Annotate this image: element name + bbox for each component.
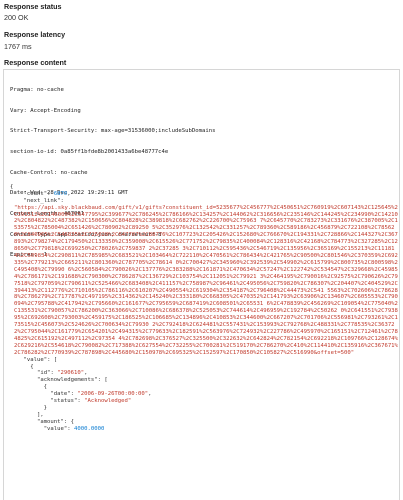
date-value: "2006-09-26T00:00:00" <box>77 391 149 398</box>
amount-value-key: "value" <box>43 425 68 432</box>
json-ack-open: { <box>10 384 48 391</box>
json-count-line: "count": 6870, <box>23 190 71 197</box>
response-content-panel[interactable]: Pragma: no-cache Vary: Accept-Encoding S… <box>3 69 400 500</box>
status-key: "status" <box>50 397 78 404</box>
header-line: Vary: Accept-Encoding <box>10 107 81 114</box>
response-latency-label: Response latency <box>4 30 66 39</box>
header-line: Pragma: no-cache <box>10 86 64 93</box>
header-line: Cache-Control: no-cache <box>10 169 88 176</box>
next-link-value[interactable]: "https://api.sky.blackbaud.com/gift/v1/g… <box>10 205 398 357</box>
date-key: "date" <box>50 391 71 398</box>
json-date-line: "date": "2006-09-26T00:00:00", <box>50 391 152 398</box>
json-id-line: "id": "290610", <box>36 370 88 377</box>
json-status-line: "status": "Acknowledged" <box>50 397 132 404</box>
response-status-label: Response status <box>4 2 62 11</box>
value-key: "value" <box>23 356 48 363</box>
response-latency-value: 1767 ms <box>4 42 32 51</box>
json-ack-line: "acknowledgements": [ <box>36 377 108 384</box>
json-amount-line: "amount": { <box>36 418 75 425</box>
next-link-key: "next_link" <box>23 197 61 204</box>
response-status-value: 200 OK <box>4 13 29 22</box>
json-value-line: "value": [ <box>23 356 58 363</box>
count-value: 6870 <box>53 190 68 197</box>
json-ack-array-close: ], <box>10 411 44 418</box>
header-line: Strict-Transport-Security: max-age=31536… <box>10 128 216 135</box>
json-next-link-line: "next_link": <box>23 197 64 204</box>
response-content-label: Response content <box>4 58 67 67</box>
count-key: "count" <box>23 190 48 197</box>
json-ack-close: } <box>10 404 48 411</box>
response-body-json: { "count": 6870, "next_link": "https://a… <box>10 184 398 432</box>
id-value: "290610" <box>57 370 85 377</box>
json-array-open: { <box>10 363 34 370</box>
status-value: "Acknowledged" <box>84 397 132 404</box>
id-key: "id" <box>36 370 51 377</box>
amount-value: 4000.0000 <box>74 425 105 432</box>
json-amount-value-line: "value": 4000.0000 <box>43 425 105 432</box>
json-open-brace: { <box>10 184 14 190</box>
header-line: section-io-id: 0a85ff1bfde8b2001433a6be4… <box>10 148 169 155</box>
amount-key: "amount" <box>36 418 64 425</box>
acknowledgements-key: "acknowledgements" <box>36 377 98 384</box>
